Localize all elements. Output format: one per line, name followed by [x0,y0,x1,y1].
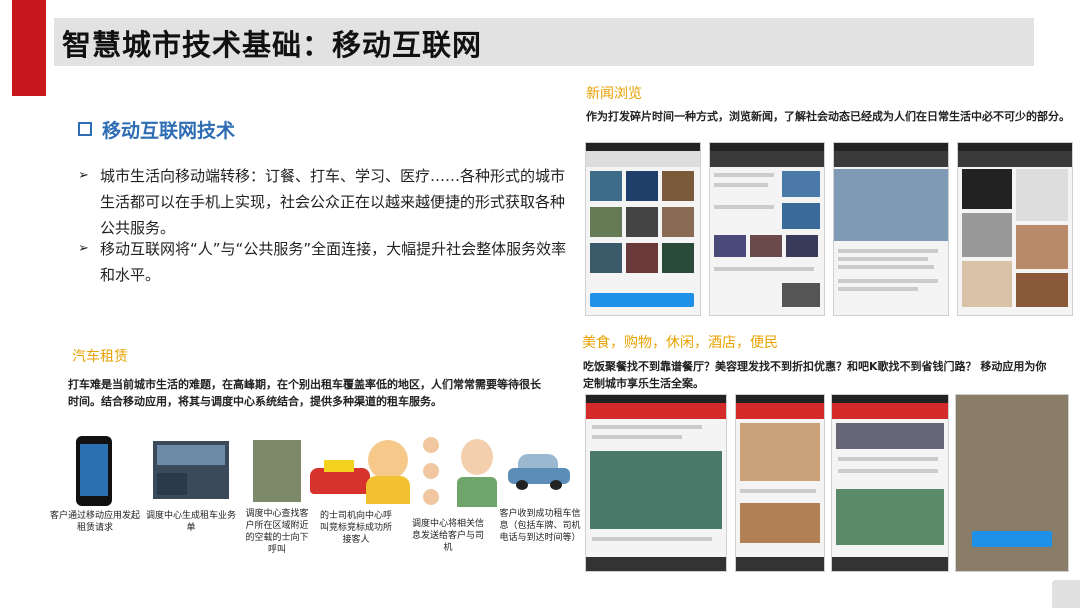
car-rental-description: 打车难是当前城市生活的难题，在高峰期，在个别出租车覆盖率低的地区，人们常常需要等… [68,378,541,408]
arrow-bullet-icon: ➢ [78,168,89,183]
dispatch-center-icon [153,441,229,499]
food-heading: 美食，购物，休闲，酒店，便民 [582,335,778,351]
smartphone-icon [76,436,112,506]
arrow-bullet-icon: ➢ [78,241,89,256]
food-phone-screenshot [735,394,825,572]
news-heading: 新闻浏览 [586,86,642,102]
step-caption: 调度中心生成租车业务单 [146,511,237,533]
square-bullet-icon [78,122,92,136]
news-phone-screenshot [957,142,1073,316]
page-title: 智慧城市技术基础：移动互联网 [62,28,483,62]
map-icon [253,440,301,502]
title-accent-bar [12,0,46,96]
messaging-people-icon [415,433,497,511]
food-phone-screenshot [585,394,727,572]
taxi-car-icon [508,454,570,490]
section-heading: 移动互联网技术 [78,116,235,143]
news-screenshots [585,142,1075,316]
news-phone-screenshot [833,142,949,316]
bullet-item: ➢ 移动互联网将“人”与“公共服务”全面连接，大幅提升社会整体服务效率和水平。 [78,236,578,288]
food-screenshots [585,394,1075,572]
food-description: 吃饭聚餐找不到靠谱餐厅？美容理发找不到折扣优惠？和吧K歌找不到省钱门路？ 移动应… [583,360,1047,390]
taxi-driver-icon [310,440,412,504]
food-phone-screenshot [955,394,1069,572]
news-phone-screenshot [709,142,825,316]
car-rental-heading: 汽车租赁 [72,349,128,365]
bullet-item: ➢ 城市生活向移动端转移：订餐、打车、学习、医疗……各种形式的城市生活都可以在手机… [78,163,578,241]
step-caption: 客户收到成功租车信息（包括车牌、司机电话与到达时间等） [499,509,581,543]
decorative-cubes-logo [1052,580,1080,608]
step-caption: 的士司机向中心呼叫竞标竞标成功所接客人 [319,511,392,545]
news-phone-screenshot [585,142,701,316]
step-caption: 客户通过移动应用发起租赁请求 [50,511,141,533]
step-caption: 调度中心将相关信息发送给客户与司机 [411,519,484,553]
news-description: 作为打发碎片时间一种方式，浏览新闻，了解社会动态已经成为人们在日常生活中必不可少… [586,110,1070,123]
step-caption: 调度中心查找客户所在区域附近的空载的士向下呼叫 [245,509,309,555]
food-phone-screenshot [831,394,949,572]
